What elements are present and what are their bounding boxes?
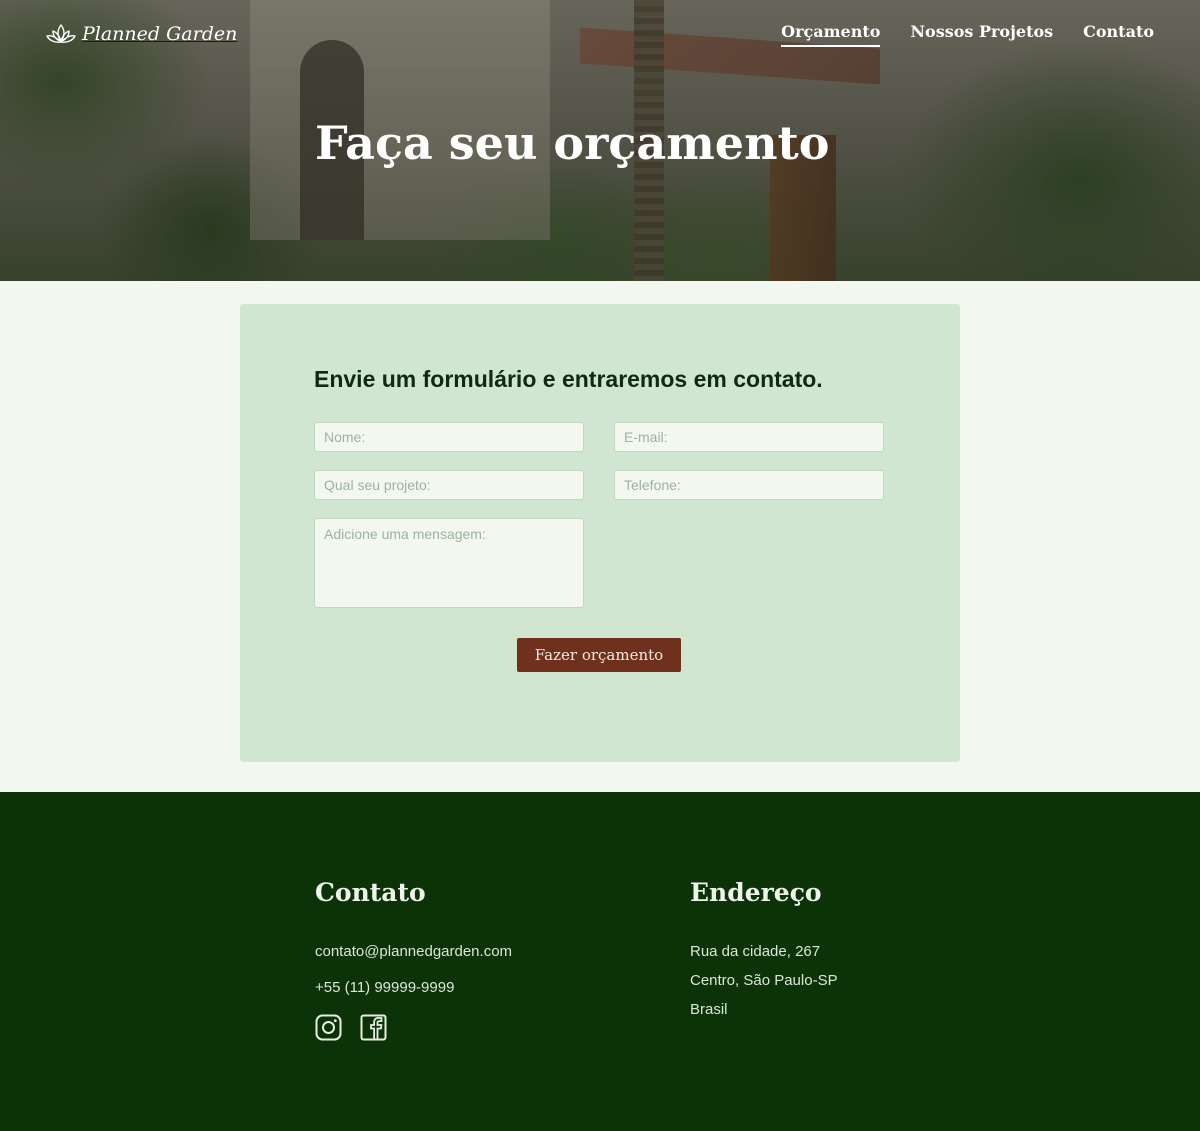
instagram-icon[interactable] [315,1014,342,1041]
facebook-icon[interactable] [360,1014,387,1041]
lotus-icon [46,24,76,43]
nav-item-orcamento[interactable]: Orçamento [781,22,881,47]
page-title: Faça seu orçamento [315,116,830,170]
form-heading: Envie um formulário e entraremos em cont… [314,366,823,392]
footer-email-link[interactable]: contato@plannedgarden.com [315,937,512,966]
footer: Contato contato@plannedgarden.com +55 (1… [0,792,1200,1131]
footer-phone: +55 (11) 99999-9999 [315,979,455,996]
address-line: Brasil [690,1001,728,1018]
footer-address-column: Endereço Rua da cidade, 267 Centro, São … [690,878,838,1024]
message-field[interactable] [314,518,584,608]
phone-field[interactable] [614,470,884,500]
address-line: Rua da cidade, 267 [690,943,821,960]
submit-quote-button[interactable]: Fazer orçamento [517,638,681,672]
nav-item-contato[interactable]: Contato [1083,22,1154,47]
footer-contact-column: Contato contato@plannedgarden.com +55 (1… [315,878,512,1041]
footer-contact-title: Contato [315,878,426,907]
email-field[interactable] [614,422,884,452]
hero-banner: Planned Garden Orçamento Nossos Projetos… [0,0,1200,281]
project-field[interactable] [314,470,584,500]
brand-name: Planned Garden [82,23,238,45]
footer-address-title: Endereço [690,878,822,907]
quote-form-section: Envie um formulário e entraremos em cont… [0,281,1200,792]
top-navigation: Planned Garden Orçamento Nossos Projetos… [0,0,1200,70]
brand-logo-link[interactable]: Planned Garden [46,22,237,46]
nav-menu: Orçamento Nossos Projetos Contato [781,22,1154,47]
address-line: Centro, São Paulo-SP [690,972,838,989]
social-links [315,1014,512,1041]
quote-form: Envie um formulário e entraremos em cont… [240,304,960,762]
nav-item-nossos-projetos[interactable]: Nossos Projetos [910,22,1053,47]
name-field[interactable] [314,422,584,452]
